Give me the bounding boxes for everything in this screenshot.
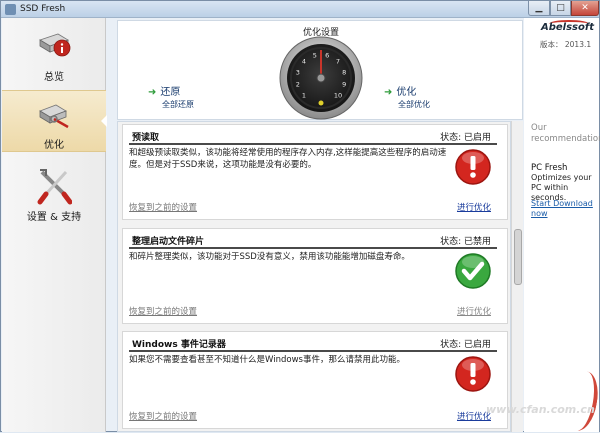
ssd-tune-icon bbox=[39, 104, 69, 129]
selected-indicator bbox=[101, 115, 107, 127]
optimization-list: 预读取 状态: 已启用 和超级预读取类似，该功能将经常使用的程序存入内存,这样能… bbox=[117, 121, 511, 432]
optimize-label: 优化 bbox=[396, 87, 417, 98]
title-bar: SSD Fresh ▁ □ ✕ bbox=[1, 1, 599, 18]
card-description: 和超级预读取类似，该功能将经常使用的程序存入内存,这样能提高这些程序的启动速度。… bbox=[129, 148, 447, 170]
gauge-number: 5 bbox=[313, 51, 317, 59]
card-description: 和碎片整理类似，该功能对于SSD没有意义，禁用该功能能增加磁盘寿命。 bbox=[129, 252, 410, 262]
maximize-icon: □ bbox=[556, 3, 565, 13]
status-label: 状态: 已禁用 bbox=[440, 237, 491, 247]
maximize-button[interactable]: □ bbox=[550, 1, 571, 16]
restore-label: 还原 bbox=[160, 87, 181, 98]
optimize-sub-label: 全部优化 bbox=[398, 100, 430, 109]
gauge-number: 4 bbox=[302, 58, 306, 66]
gauge-number: 6 bbox=[325, 51, 329, 59]
card-title: 整理启动文件碎片 bbox=[132, 237, 205, 247]
gauge-number: 2 bbox=[296, 81, 300, 89]
minimize-icon: ▁ bbox=[535, 3, 543, 13]
restore-settings-link[interactable]: 恢复到之前的设置 bbox=[129, 410, 197, 422]
optimize-link[interactable]: 进行优化 bbox=[457, 201, 491, 213]
restore-sub-label: 全部还原 bbox=[162, 100, 194, 109]
download-link[interactable]: Start Download now bbox=[531, 199, 597, 219]
optimization-card-event-logger: Windows 事件记录器 状态: 已启用 如果您不需要查看甚至不知道什么是Wi… bbox=[122, 331, 508, 429]
warning-exclamation-icon bbox=[455, 356, 491, 392]
product-name: PC Fresh bbox=[531, 163, 568, 173]
gauge-number: 7 bbox=[336, 58, 340, 66]
restore-settings-link[interactable]: 恢复到之前的设置 bbox=[129, 305, 197, 317]
window-title: SSD Fresh bbox=[20, 4, 66, 14]
minimize-button[interactable]: ▁ bbox=[528, 1, 550, 16]
app-icon bbox=[5, 4, 16, 15]
sidebar-item-optimize[interactable]: 优化 bbox=[2, 90, 107, 152]
arrow-right-icon: ➜ bbox=[148, 87, 157, 98]
restore-settings-link[interactable]: 恢复到之前的设置 bbox=[129, 201, 197, 213]
divider bbox=[129, 350, 497, 352]
version-label: 版本： 2013.1 bbox=[540, 40, 592, 49]
status-label: 状态: 已启用 bbox=[440, 340, 491, 350]
gauge-number: 3 bbox=[296, 68, 300, 76]
recommendations-heading: Our recommendations: bbox=[531, 123, 600, 144]
gauge-number: 8 bbox=[342, 68, 346, 76]
recommendation-pane: Abelssoft 版本： 2013.1 Our recommendations… bbox=[524, 18, 600, 432]
sidebar-item-label: 设置 & 支持 bbox=[26, 212, 82, 223]
close-icon: ✕ bbox=[581, 3, 589, 13]
optimize-header: 优化设置 ➜ 还原 全部还原 1 2 3 4 5 6 7 8 9 10 ➜ 优化… bbox=[117, 20, 523, 120]
sidebar-item-settings-support[interactable]: 设置 & 支持 bbox=[2, 158, 106, 230]
gauge-number: 9 bbox=[342, 81, 346, 89]
watermark-text: www.cfan.com.cn bbox=[486, 403, 595, 416]
sidebar: 总览 优化 设置 & 支持 bbox=[2, 18, 107, 432]
card-description: 如果您不需要查看甚至不知道什么是Windows事件，那么请禁用此功能。 bbox=[129, 355, 405, 365]
arrow-right-icon: ➜ bbox=[384, 87, 393, 98]
optimization-card-prefetch: 预读取 状态: 已启用 和超级预读取类似，该功能将经常使用的程序存入内存,这样能… bbox=[122, 124, 508, 220]
app-window: SSD Fresh ▁ □ ✕ 总览 优化 设置 & 支持 优化设置 ➜ 还原 … bbox=[0, 0, 600, 433]
tools-icon bbox=[37, 169, 72, 205]
brand-logo: Abelssoft bbox=[541, 22, 595, 33]
card-title: Windows 事件记录器 bbox=[132, 340, 226, 350]
sidebar-item-label: 优化 bbox=[44, 140, 64, 151]
warning-exclamation-icon bbox=[455, 149, 491, 185]
optimize-all-button[interactable]: ➜ 优化 全部优化 bbox=[384, 83, 430, 110]
speed-gauge-icon: 12 345 678 910 bbox=[279, 36, 363, 120]
optimization-card-boot-defrag: 整理启动文件碎片 状态: 已禁用 和碎片整理类似，该功能对于SSD没有意义，禁用… bbox=[122, 228, 508, 324]
gauge-number: 10 bbox=[334, 92, 342, 100]
scrollbar-thumb[interactable] bbox=[514, 229, 522, 285]
gauge-number: 1 bbox=[302, 92, 306, 100]
sidebar-item-label: 总览 bbox=[44, 72, 64, 83]
card-title: 预读取 bbox=[132, 133, 160, 143]
check-ok-icon bbox=[455, 253, 491, 289]
close-button[interactable]: ✕ bbox=[571, 1, 599, 16]
optimize-link[interactable]: 进行优化 bbox=[457, 305, 491, 317]
sidebar-item-overview[interactable]: 总览 bbox=[2, 18, 106, 88]
hard-drive-info-icon bbox=[39, 33, 71, 57]
divider bbox=[129, 247, 497, 249]
vertical-scrollbar[interactable] bbox=[511, 121, 523, 432]
restore-all-button[interactable]: ➜ 还原 全部还原 bbox=[148, 83, 194, 110]
divider bbox=[129, 143, 497, 145]
status-label: 状态: 已启用 bbox=[440, 133, 491, 143]
